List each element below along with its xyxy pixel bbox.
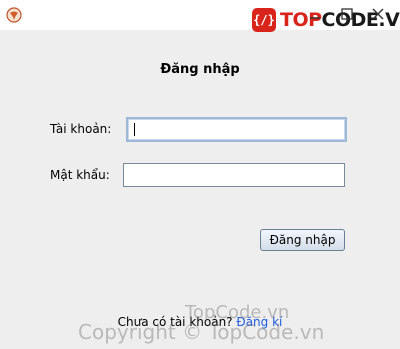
register-prompt-text: Chưa có tài khoản?	[117, 315, 233, 329]
login-button[interactable]: Đăng nhập	[260, 229, 345, 251]
register-link[interactable]: Đăng kí	[236, 315, 282, 329]
username-input[interactable]	[126, 117, 347, 142]
java-app-icon	[6, 7, 22, 23]
title-bar: {/} TOPCODE.VN	[0, 0, 400, 32]
register-prompt: Chưa có tài khoản? Đăng kí	[0, 315, 400, 329]
code-brackets-icon: {/}	[252, 8, 276, 32]
login-window: {/} TOPCODE.VN Đăng nhập Tài khoản: Mật …	[0, 0, 400, 349]
login-heading: Đăng nhập	[160, 62, 240, 77]
minimize-icon[interactable]	[308, 6, 322, 20]
logo-suffix: CODE.VN	[321, 9, 400, 31]
text-caret	[134, 123, 135, 136]
maximize-icon[interactable]	[340, 6, 354, 20]
password-input[interactable]	[123, 163, 345, 187]
password-label: Mật khẩu:	[50, 168, 110, 182]
username-label: Tài khoản:	[50, 122, 112, 136]
close-icon[interactable]	[371, 6, 385, 20]
